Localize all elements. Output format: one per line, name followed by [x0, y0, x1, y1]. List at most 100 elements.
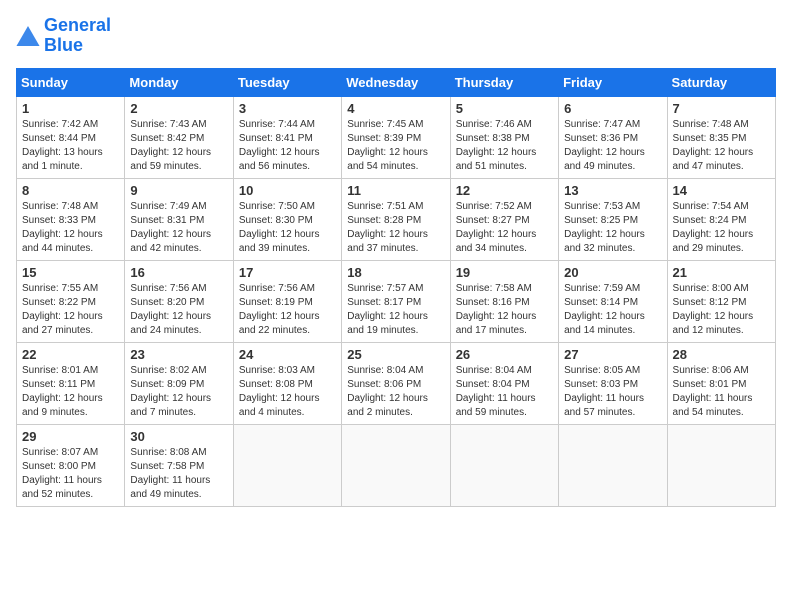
calendar-cell: 1 Sunrise: 7:42 AM Sunset: 8:44 PM Daylig… [17, 96, 125, 178]
calendar-cell: 7 Sunrise: 7:48 AM Sunset: 8:35 PM Daylig… [667, 96, 775, 178]
calendar-cell: 4 Sunrise: 7:45 AM Sunset: 8:39 PM Daylig… [342, 96, 450, 178]
day-number: 22 [22, 347, 119, 362]
logo-icon [16, 26, 40, 46]
day-number: 1 [22, 101, 119, 116]
cell-info: Sunrise: 7:52 AM Sunset: 8:27 PM Dayligh… [456, 200, 553, 256]
day-number: 25 [347, 347, 444, 362]
day-number: 14 [673, 183, 770, 198]
day-number: 10 [239, 183, 336, 198]
calendar-cell: 21 Sunrise: 8:00 AM Sunset: 8:12 PM Dayli… [667, 260, 775, 342]
cell-info: Sunrise: 7:55 AM Sunset: 8:22 PM Dayligh… [22, 282, 119, 338]
cell-info: Sunrise: 8:01 AM Sunset: 8:11 PM Dayligh… [22, 364, 119, 420]
calendar-cell: 6 Sunrise: 7:47 AM Sunset: 8:36 PM Daylig… [559, 96, 667, 178]
day-number: 5 [456, 101, 553, 116]
cell-info: Sunrise: 7:59 AM Sunset: 8:14 PM Dayligh… [564, 282, 661, 338]
day-number: 9 [130, 183, 227, 198]
day-number: 30 [130, 429, 227, 444]
cell-info: Sunrise: 7:56 AM Sunset: 8:20 PM Dayligh… [130, 282, 227, 338]
calendar-cell: 15Sunrise: 7:55 AM Sunset: 8:22 PM Dayli… [17, 260, 125, 342]
calendar-cell: 12 Sunrise: 7:52 AM Sunset: 8:27 PM Dayli… [450, 178, 558, 260]
weekday-header: Tuesday [233, 68, 341, 96]
cell-info: Sunrise: 7:50 AM Sunset: 8:30 PM Dayligh… [239, 200, 336, 256]
calendar-week-row: 1 Sunrise: 7:42 AM Sunset: 8:44 PM Daylig… [17, 96, 776, 178]
cell-info: Sunrise: 7:49 AM Sunset: 8:31 PM Dayligh… [130, 200, 227, 256]
calendar-cell: 2 Sunrise: 7:43 AM Sunset: 8:42 PM Daylig… [125, 96, 233, 178]
day-number: 27 [564, 347, 661, 362]
page-header: General Blue [16, 16, 776, 56]
day-number: 2 [130, 101, 227, 116]
calendar-cell [450, 424, 558, 506]
cell-info: Sunrise: 8:05 AM Sunset: 8:03 PM Dayligh… [564, 364, 661, 420]
day-number: 23 [130, 347, 227, 362]
day-number: 8 [22, 183, 119, 198]
calendar-cell: 17Sunrise: 7:56 AM Sunset: 8:19 PM Dayli… [233, 260, 341, 342]
cell-info: Sunrise: 8:04 AM Sunset: 8:04 PM Dayligh… [456, 364, 553, 420]
calendar-cell: 19Sunrise: 7:58 AM Sunset: 8:16 PM Dayli… [450, 260, 558, 342]
cell-info: Sunrise: 7:48 AM Sunset: 8:35 PM Dayligh… [673, 118, 770, 174]
cell-info: Sunrise: 7:57 AM Sunset: 8:17 PM Dayligh… [347, 282, 444, 338]
cell-info: Sunrise: 7:43 AM Sunset: 8:42 PM Dayligh… [130, 118, 227, 174]
weekday-header: Wednesday [342, 68, 450, 96]
day-number: 4 [347, 101, 444, 116]
day-number: 26 [456, 347, 553, 362]
cell-info: Sunrise: 8:04 AM Sunset: 8:06 PM Dayligh… [347, 364, 444, 420]
day-number: 29 [22, 429, 119, 444]
cell-info: Sunrise: 7:51 AM Sunset: 8:28 PM Dayligh… [347, 200, 444, 256]
calendar-header-row: SundayMondayTuesdayWednesdayThursdayFrid… [17, 68, 776, 96]
day-number: 21 [673, 265, 770, 280]
cell-info: Sunrise: 7:42 AM Sunset: 8:44 PM Dayligh… [22, 118, 119, 174]
day-number: 12 [456, 183, 553, 198]
day-number: 24 [239, 347, 336, 362]
calendar-table: SundayMondayTuesdayWednesdayThursdayFrid… [16, 68, 776, 507]
calendar-cell: 25 Sunrise: 8:04 AM Sunset: 8:06 PM Dayli… [342, 342, 450, 424]
calendar-cell: 9 Sunrise: 7:49 AM Sunset: 8:31 PM Daylig… [125, 178, 233, 260]
calendar-cell: 18Sunrise: 7:57 AM Sunset: 8:17 PM Dayli… [342, 260, 450, 342]
calendar-week-row: 15Sunrise: 7:55 AM Sunset: 8:22 PM Dayli… [17, 260, 776, 342]
cell-info: Sunrise: 7:45 AM Sunset: 8:39 PM Dayligh… [347, 118, 444, 174]
calendar-week-row: 29 Sunrise: 8:07 AM Sunset: 8:00 PM Dayli… [17, 424, 776, 506]
day-number: 13 [564, 183, 661, 198]
cell-info: Sunrise: 8:07 AM Sunset: 8:00 PM Dayligh… [22, 446, 119, 502]
cell-info: Sunrise: 7:54 AM Sunset: 8:24 PM Dayligh… [673, 200, 770, 256]
cell-info: Sunrise: 7:47 AM Sunset: 8:36 PM Dayligh… [564, 118, 661, 174]
calendar-cell: 22 Sunrise: 8:01 AM Sunset: 8:11 PM Dayli… [17, 342, 125, 424]
calendar-cell: 24 Sunrise: 8:03 AM Sunset: 8:08 PM Dayli… [233, 342, 341, 424]
weekday-header: Friday [559, 68, 667, 96]
cell-info: Sunrise: 7:58 AM Sunset: 8:16 PM Dayligh… [456, 282, 553, 338]
calendar-cell: 8 Sunrise: 7:48 AM Sunset: 8:33 PM Daylig… [17, 178, 125, 260]
weekday-header: Saturday [667, 68, 775, 96]
cell-info: Sunrise: 7:46 AM Sunset: 8:38 PM Dayligh… [456, 118, 553, 174]
calendar-cell: 20Sunrise: 7:59 AM Sunset: 8:14 PM Dayli… [559, 260, 667, 342]
calendar-body: 1 Sunrise: 7:42 AM Sunset: 8:44 PM Daylig… [17, 96, 776, 506]
weekday-header: Thursday [450, 68, 558, 96]
calendar-cell: 29 Sunrise: 8:07 AM Sunset: 8:00 PM Dayli… [17, 424, 125, 506]
logo-text: General Blue [44, 16, 111, 56]
day-number: 11 [347, 183, 444, 198]
cell-info: Sunrise: 8:02 AM Sunset: 8:09 PM Dayligh… [130, 364, 227, 420]
calendar-cell: 5 Sunrise: 7:46 AM Sunset: 8:38 PM Daylig… [450, 96, 558, 178]
day-number: 7 [673, 101, 770, 116]
cell-info: Sunrise: 7:48 AM Sunset: 8:33 PM Dayligh… [22, 200, 119, 256]
calendar-cell [233, 424, 341, 506]
weekday-header: Monday [125, 68, 233, 96]
weekday-header: Sunday [17, 68, 125, 96]
calendar-cell: 23 Sunrise: 8:02 AM Sunset: 8:09 PM Dayli… [125, 342, 233, 424]
calendar-cell: 13Sunrise: 7:53 AM Sunset: 8:25 PM Dayli… [559, 178, 667, 260]
logo: General Blue [16, 16, 111, 56]
calendar-cell: 3Sunrise: 7:44 AM Sunset: 8:41 PM Daylig… [233, 96, 341, 178]
day-number: 6 [564, 101, 661, 116]
cell-info: Sunrise: 8:03 AM Sunset: 8:08 PM Dayligh… [239, 364, 336, 420]
cell-info: Sunrise: 8:00 AM Sunset: 8:12 PM Dayligh… [673, 282, 770, 338]
cell-info: Sunrise: 8:08 AM Sunset: 7:58 PM Dayligh… [130, 446, 227, 502]
day-number: 28 [673, 347, 770, 362]
calendar-cell: 26 Sunrise: 8:04 AM Sunset: 8:04 PM Dayli… [450, 342, 558, 424]
calendar-cell: 11 Sunrise: 7:51 AM Sunset: 8:28 PM Dayli… [342, 178, 450, 260]
calendar-cell: 30 Sunrise: 8:08 AM Sunset: 7:58 PM Dayli… [125, 424, 233, 506]
calendar-cell [667, 424, 775, 506]
calendar-cell: 14 Sunrise: 7:54 AM Sunset: 8:24 PM Dayli… [667, 178, 775, 260]
day-number: 16 [130, 265, 227, 280]
calendar-week-row: 8 Sunrise: 7:48 AM Sunset: 8:33 PM Daylig… [17, 178, 776, 260]
calendar-cell: 16 Sunrise: 7:56 AM Sunset: 8:20 PM Dayli… [125, 260, 233, 342]
calendar-cell [342, 424, 450, 506]
day-number: 3 [239, 101, 336, 116]
